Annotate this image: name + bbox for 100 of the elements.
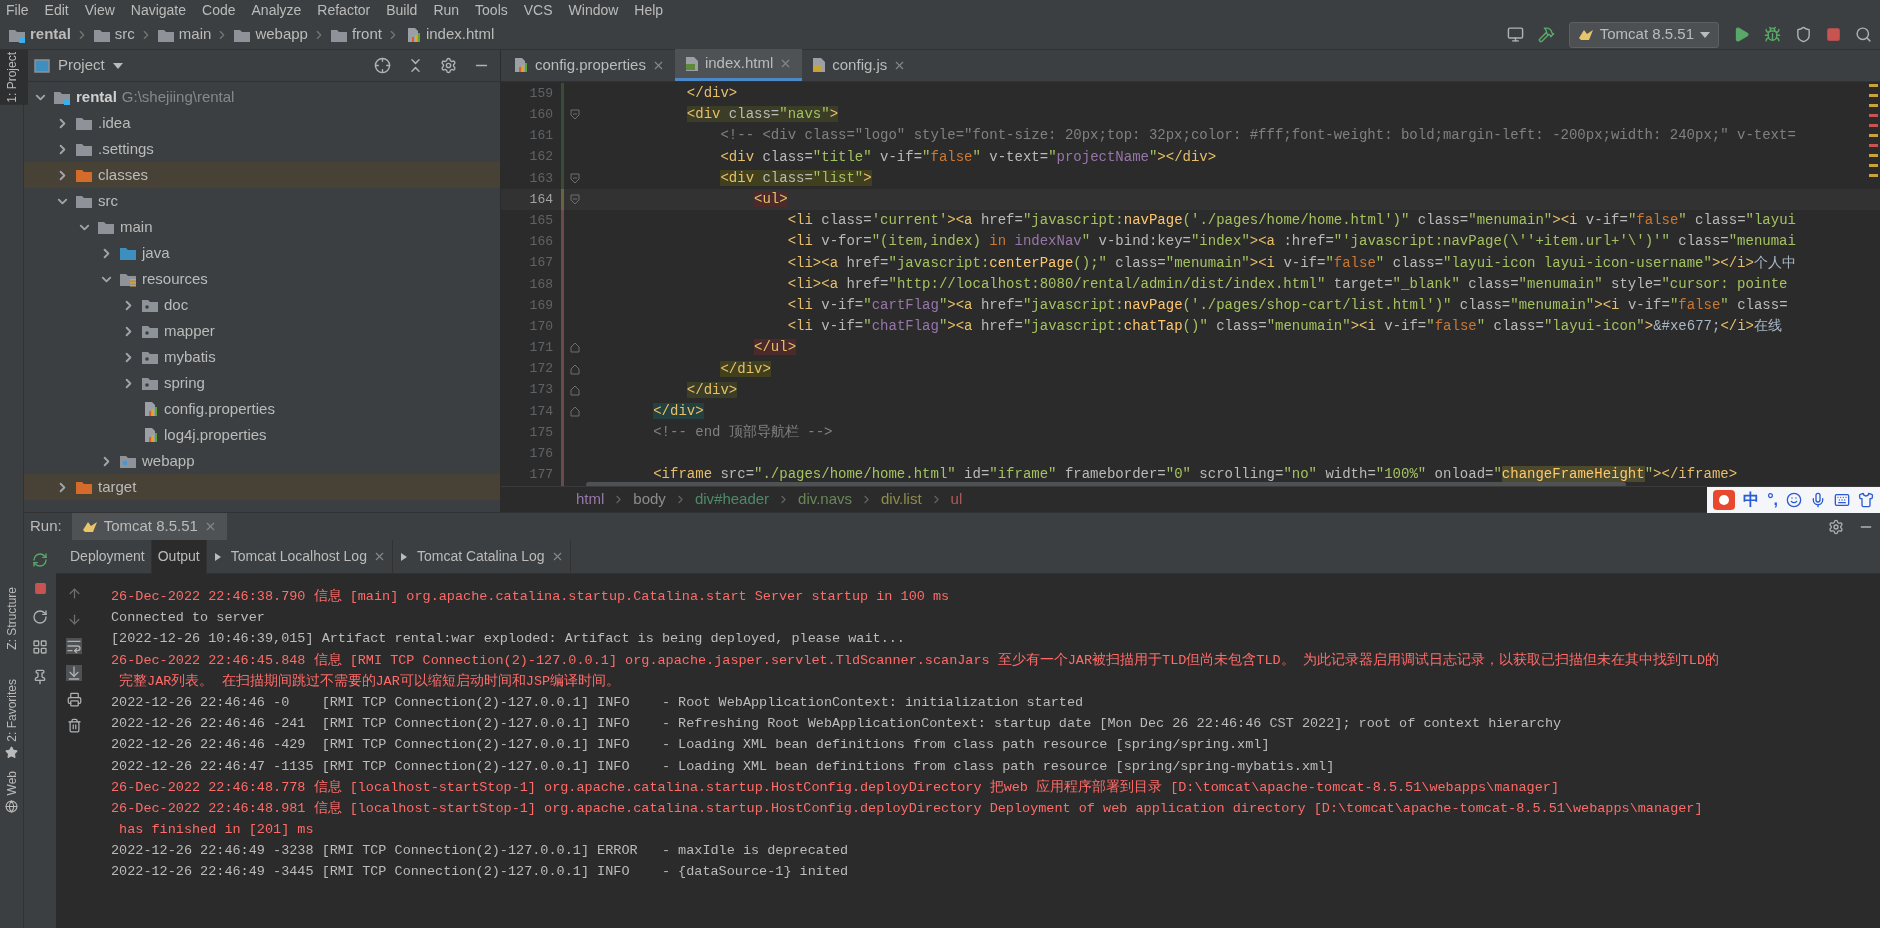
log-tab[interactable]: Tomcat Catalina Log [392, 539, 571, 574]
menu-item[interactable]: Build [386, 0, 418, 20]
ime-item[interactable]: °, [1767, 487, 1778, 512]
nav-crumb[interactable]: front [351, 23, 382, 46]
log-line: 2022-12-26 22:46:49 -3445 [RMI TCP Connection(2)-127.0.0.1] INFO - {dataSource-1} inited [111, 863, 850, 882]
breadcrumb[interactable]: div.list [881, 488, 922, 511]
menu-item[interactable]: Navigate [130, 0, 187, 20]
menu-item[interactable]: VCS [523, 0, 553, 20]
build-icon[interactable] [1537, 26, 1555, 43]
tree-item[interactable]: java [24, 240, 500, 266]
menu-item[interactable]: Window [568, 0, 619, 20]
fold-icon[interactable] [570, 194, 580, 206]
menu-item[interactable]: View [84, 0, 115, 20]
debug-icon[interactable] [1764, 26, 1781, 43]
soft-wrap-icon[interactable] [66, 638, 82, 654]
layout-icon[interactable] [32, 639, 48, 655]
breadcrumb[interactable]: ul [950, 488, 963, 511]
breadcrumb[interactable]: div.navs [798, 488, 853, 511]
tree-item[interactable]: config.properties [24, 396, 500, 422]
breadcrumb[interactable]: html [576, 488, 605, 511]
code-line: <!-- <div class="logo" style="font-size: 20px;top: 32px;color: #fff;font-weight: bold;margin-left: -200px;width: 240px;" v-text= [719, 126, 1796, 146]
mic-icon[interactable] [1810, 491, 1826, 508]
trash-icon[interactable] [66, 718, 82, 733]
caret-icon [1700, 31, 1710, 38]
tree-item[interactable]: doc [24, 292, 500, 318]
tree-item[interactable]: webapp [24, 448, 500, 474]
menu-item[interactable]: Tools [475, 0, 508, 20]
tree-item-label: mybatis [164, 346, 216, 367]
emoji-icon[interactable] [1786, 491, 1802, 508]
menu-item[interactable]: File [6, 0, 29, 20]
side-tab[interactable]: Z: Structure [0, 584, 28, 652]
ime-item[interactable]: 中 [1743, 487, 1760, 512]
panel-title[interactable]: Project [58, 54, 105, 77]
tree-item[interactable]: src [24, 188, 500, 214]
fold-end-icon[interactable] [570, 342, 580, 354]
settings-icon[interactable] [1828, 518, 1844, 535]
side-tab[interactable]: Web [0, 769, 28, 798]
window-icon [34, 58, 50, 73]
keyboard-icon[interactable] [1834, 491, 1850, 508]
tab-label: index.html [704, 53, 774, 74]
fold-end-icon[interactable] [570, 405, 580, 417]
pin-icon[interactable] [32, 669, 48, 685]
tree-item[interactable]: spring [24, 370, 500, 396]
nav-crumb[interactable]: index.html [425, 23, 495, 46]
editor-tab[interactable]: config.properties [501, 49, 675, 81]
log-tab[interactable]: Deployment [64, 539, 152, 574]
breadcrumb[interactable]: div#header [694, 488, 770, 511]
menu-item[interactable]: Analyze [251, 0, 302, 20]
fold-end-icon[interactable] [570, 363, 580, 375]
menu-item[interactable]: Help [634, 0, 664, 20]
rerun-icon[interactable] [32, 552, 48, 568]
caret-icon[interactable] [112, 62, 123, 69]
side-tab[interactable]: 1: Project [0, 50, 28, 105]
fold-end-icon[interactable] [570, 384, 580, 396]
editor-tab[interactable]: index.html [674, 49, 803, 81]
stop-icon[interactable] [1826, 27, 1841, 42]
menu-item[interactable]: Edit [44, 0, 69, 20]
run-config-dropdown[interactable]: Tomcat 8.5.51 [1568, 21, 1719, 48]
folder-icon [53, 89, 71, 105]
nav-crumb[interactable]: main [178, 23, 212, 46]
coverage-icon[interactable] [1795, 26, 1812, 43]
fold-icon[interactable] [570, 109, 580, 121]
scroll-to-end-icon[interactable] [66, 665, 82, 681]
tree-item[interactable]: resources [24, 266, 500, 292]
shirt-icon[interactable] [1858, 491, 1874, 508]
down-arrow-icon[interactable] [66, 612, 82, 627]
side-tab[interactable]: 2: Favorites [0, 677, 28, 745]
horizontal-scrollbar[interactable] [586, 481, 1626, 486]
settings-icon[interactable] [440, 57, 457, 74]
restart-icon[interactable] [32, 609, 48, 625]
nav-crumb[interactable]: src [114, 23, 135, 46]
menu-item[interactable]: Run [433, 0, 460, 20]
tree-item[interactable]: mapper [24, 318, 500, 344]
tree-item[interactable]: .idea [24, 110, 500, 136]
tree-item[interactable]: target [24, 474, 500, 500]
tree-item[interactable]: mybatis [24, 344, 500, 370]
menu-item[interactable]: Code [202, 0, 236, 20]
stop-icon[interactable] [33, 582, 47, 595]
editor-tab[interactable]: config.js [802, 49, 917, 81]
folder-icon [141, 323, 159, 339]
locate-icon[interactable] [374, 57, 391, 74]
run-tab[interactable]: Tomcat 8.5.51 [71, 512, 227, 541]
tree-item[interactable]: classes [24, 162, 500, 188]
nav-crumb[interactable]: webapp [255, 23, 308, 46]
log-tab[interactable]: Output [151, 539, 207, 574]
tree-item[interactable]: main [24, 214, 500, 240]
search-icon[interactable] [1855, 26, 1872, 43]
fold-icon[interactable] [570, 172, 580, 184]
log-tab[interactable]: Tomcat Localhost Log [206, 539, 393, 574]
print-icon[interactable] [66, 692, 82, 707]
nav-crumb[interactable]: rental [30, 23, 71, 46]
menu-item[interactable]: Refactor [317, 0, 371, 20]
layout-icon[interactable] [1506, 26, 1524, 43]
code-line: <li class='current'><a href="javascript:navPage('./pages/home/home.html')" class="menumain"><i v-if="false" class="layui [786, 211, 1796, 231]
tree-item[interactable]: log4j.properties [24, 422, 500, 448]
line-number: 163 [528, 169, 554, 188]
tree-item[interactable]: .settings [24, 136, 500, 162]
line-number: 162 [528, 148, 554, 167]
run-icon[interactable] [1733, 26, 1750, 43]
breadcrumb[interactable]: body [633, 488, 666, 511]
